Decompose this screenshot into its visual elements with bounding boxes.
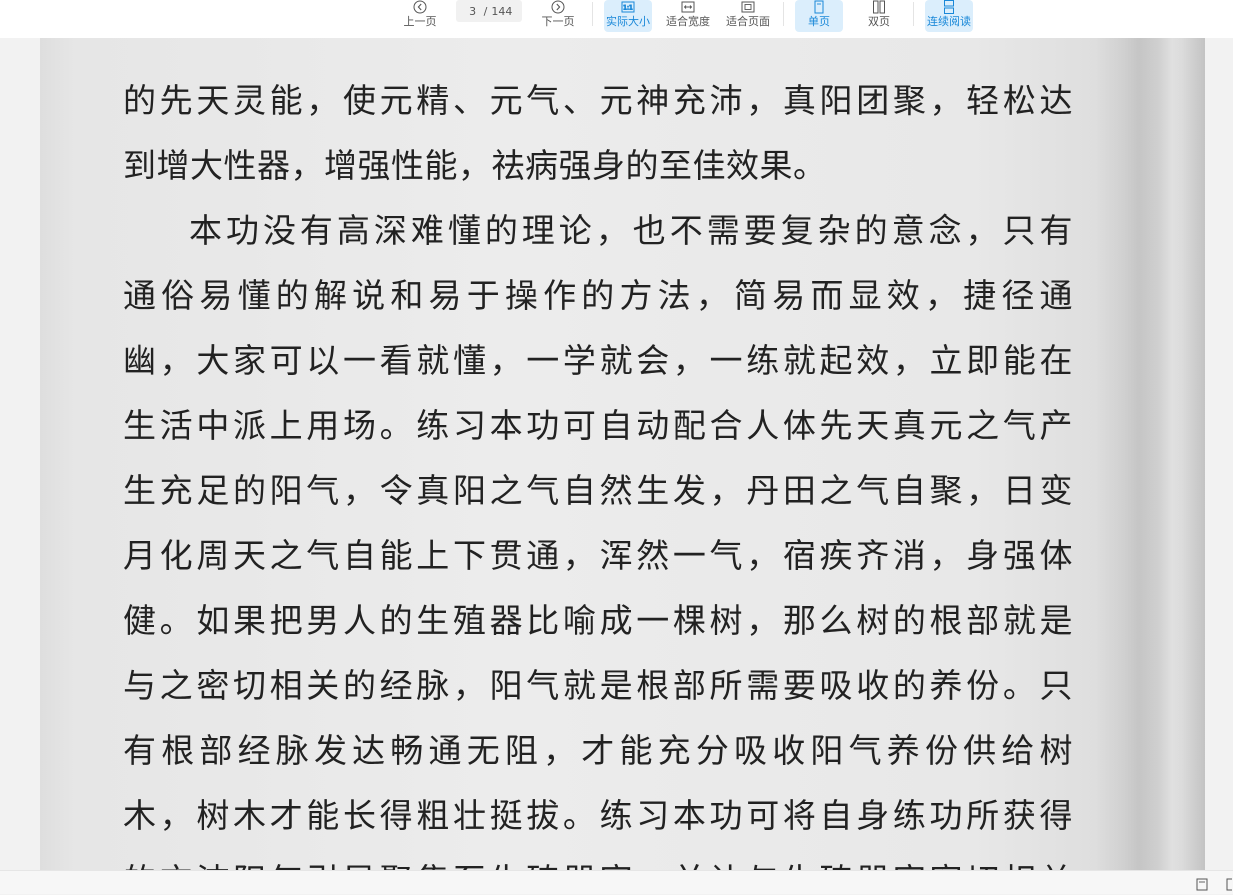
actual-size-button[interactable]: 1:1 实际大小 [604, 0, 652, 32]
text-line: 幽，大家可以一看就懂，一学就会，一练就起效，立即能在 [123, 341, 1073, 380]
page-view-icon[interactable] [1196, 876, 1208, 891]
fit-page-icon [741, 0, 755, 14]
status-bar [0, 870, 1233, 894]
panel-toggle-icon[interactable] [1226, 876, 1233, 891]
next-page-label: 下一页 [541, 15, 575, 28]
text-line: 生充足的阳气，令真阳之气自然生发，丹田之气自聚，日变 [123, 471, 1073, 510]
page-text: 的先天灵能，使元精、元气、元神充沛，真阳团聚，轻松达 到增大性器，增强性能，祛病… [123, 68, 1073, 870]
page-scan: 的先天灵能，使元精、元气、元神充沛，真阳团聚，轻松达 到增大性器，增强性能，祛病… [40, 38, 1205, 870]
text-line: 与之密切相关的经脉，阳气就是根部所需要吸收的养份。只 [123, 666, 1073, 705]
page-indicator: / 144 [456, 0, 522, 22]
next-page-button[interactable]: 下一页 [538, 0, 578, 32]
fit-page-button[interactable]: 适合页面 [724, 0, 772, 32]
viewer-toolbar: 上一页 / 144 下一页 1:1 实际大小 适合宽度 适合页面 [0, 0, 1233, 38]
fit-page-label: 适合页面 [726, 15, 770, 28]
text-line: 本功没有高深难懂的理论，也不需要复杂的意念，只有 [189, 211, 1073, 250]
fit-width-label: 适合宽度 [666, 15, 710, 28]
actual-size-icon: 1:1 [621, 0, 635, 14]
text-line: 通俗易懂的解说和易于操作的方法，简易而显效，捷径通 [123, 276, 1073, 315]
single-page-icon [813, 0, 825, 14]
continuous-reading-button[interactable]: 连续阅读 [925, 0, 973, 32]
toolbar-divider [783, 2, 784, 26]
page-separator: / [483, 4, 488, 18]
page-number-input[interactable] [465, 4, 480, 18]
double-page-icon [872, 0, 886, 14]
toolbar-divider [592, 2, 593, 26]
toolbar-divider [913, 2, 914, 26]
svg-text:1:1: 1:1 [623, 5, 633, 12]
text-line: 有根部经脉发达畅通无阻，才能充分吸收阳气养份供给树 [123, 731, 1073, 770]
actual-size-label: 实际大小 [606, 15, 650, 28]
text-line: 的充沛阳气引导聚集至生殖器官，并让与生殖器官密切相关 [123, 848, 1073, 870]
prev-page-button[interactable]: 上一页 [400, 0, 440, 32]
text-line: 健。如果把男人的生殖器比喻成一棵树，那么树的根部就是 [123, 601, 1073, 640]
fit-width-icon [681, 0, 695, 14]
text-line: 的先天灵能，使元精、元气、元神充沛，真阳团聚，轻松达 [123, 81, 1073, 120]
text-line: 月化周天之气自能上下贯通，浑然一气，宿疾齐消，身强体 [123, 536, 1073, 575]
text-line: 木，树木才能长得粗壮挺拔。练习本功可将自身练功所获得 [123, 796, 1073, 835]
fit-width-button[interactable]: 适合宽度 [664, 0, 712, 32]
chevron-left-circle-icon [413, 0, 427, 14]
continuous-reading-icon [942, 0, 956, 14]
page-spine-shadow [1095, 38, 1205, 870]
single-page-button[interactable]: 单页 [795, 0, 843, 32]
chevron-right-circle-icon [551, 0, 565, 14]
prev-page-label: 上一页 [403, 15, 437, 28]
double-page-button[interactable]: 双页 [855, 0, 903, 32]
total-pages: 144 [491, 4, 513, 18]
double-page-label: 双页 [868, 15, 890, 28]
text-line: 到增大性器，增强性能，祛病强身的至佳效果。 [123, 146, 827, 185]
document-viewer[interactable]: 的先天灵能，使元精、元气、元神充沛，真阳团聚，轻松达 到增大性器，增强性能，祛病… [0, 38, 1233, 870]
text-line: 生活中派上用场。练习本功可自动配合人体先天真元之气产 [123, 406, 1073, 445]
continuous-reading-label: 连续阅读 [927, 15, 971, 28]
single-page-label: 单页 [808, 15, 830, 28]
